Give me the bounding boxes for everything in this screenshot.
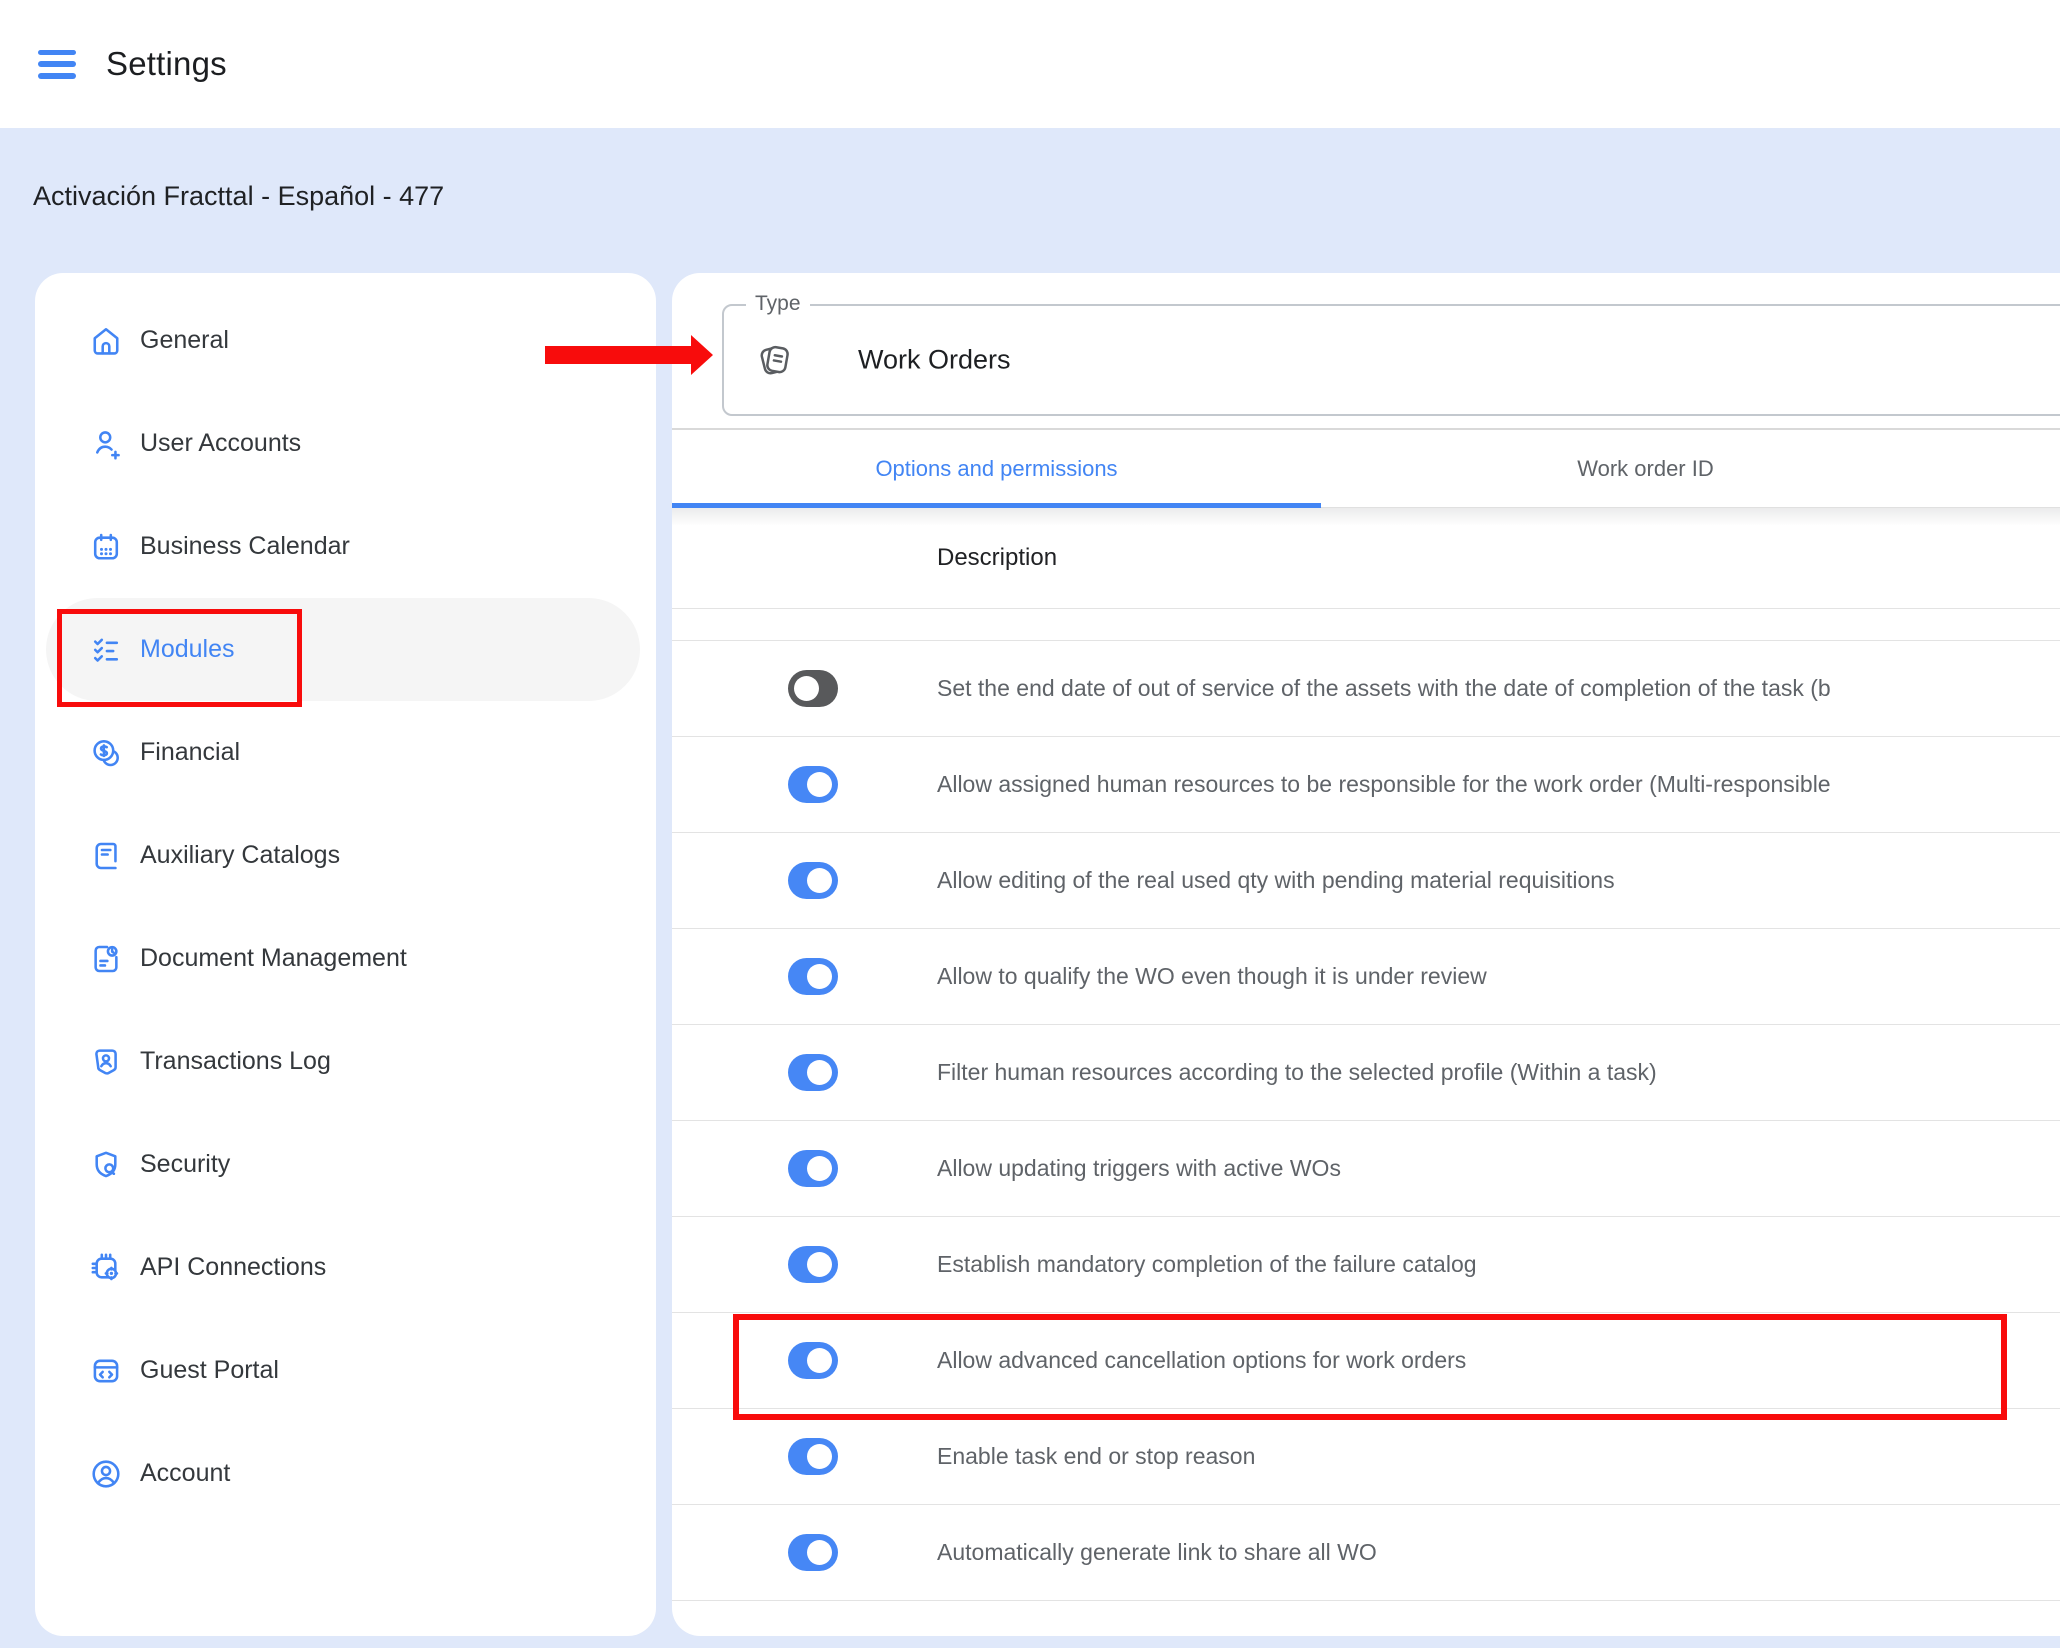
sidebar-item-label: Document Management — [140, 944, 407, 973]
permission-description: Allow editing of the real used qty with … — [937, 867, 1615, 894]
home-icon — [88, 323, 124, 359]
page-title: Settings — [106, 45, 227, 83]
work-orders-icon — [752, 337, 798, 383]
sidebar-item-document-management[interactable]: Document Management — [35, 907, 656, 1010]
toggle-switch[interactable] — [788, 1246, 838, 1283]
permission-description: Allow to qualify the WO even though it i… — [937, 963, 1487, 990]
dollar-coins-icon — [88, 735, 124, 771]
sidebar-item-modules[interactable]: Modules — [46, 598, 640, 701]
table-empty-row — [672, 609, 2060, 641]
toggle-switch[interactable] — [788, 1534, 838, 1571]
sidebar-item-auxiliary-catalogs[interactable]: Auxiliary Catalogs — [35, 804, 656, 907]
table-row: Establish mandatory completion of the fa… — [672, 1217, 2060, 1313]
badge-person-icon — [88, 1044, 124, 1080]
sidebar-item-account[interactable]: Account — [35, 1422, 656, 1525]
table-row: Automatically generate link to share all… — [672, 1505, 2060, 1601]
calendar-icon — [88, 529, 124, 565]
sidebar-item-api-connections[interactable]: API Connections — [35, 1216, 656, 1319]
toggle-switch[interactable] — [788, 1342, 838, 1379]
module-settings-panel: Type Work Orders Options and permissions… — [672, 273, 2060, 1636]
toggle-switch[interactable] — [788, 1150, 838, 1187]
sidebar-item-label: Account — [140, 1459, 230, 1488]
sidebar-item-label: User Accounts — [140, 429, 301, 458]
browser-code-icon — [88, 1353, 124, 1389]
sidebar-item-label: Modules — [140, 635, 235, 664]
table-row: Allow updating triggers with active WOs — [672, 1121, 2060, 1217]
permission-description: Automatically generate link to share all… — [937, 1539, 1377, 1566]
table-row: Allow to qualify the WO even though it i… — [672, 929, 2060, 1025]
top-app-bar: Settings — [0, 0, 2060, 128]
permission-description: Enable task end or stop reason — [937, 1443, 1255, 1470]
shield-icon — [88, 1147, 124, 1183]
permission-description: Allow updating triggers with active WOs — [937, 1155, 1341, 1182]
table-row: Set the end date of out of service of th… — [672, 641, 2060, 737]
sidebar-item-label: Business Calendar — [140, 532, 350, 561]
type-field-label: Type — [746, 292, 810, 316]
description-column-header: Description — [937, 544, 1057, 572]
table-row: Allow assigned human resources to be res… — [672, 737, 2060, 833]
document-clock-icon — [88, 941, 124, 977]
permission-description: Filter human resources according to the … — [937, 1059, 1657, 1086]
sidebar-item-label: Auxiliary Catalogs — [140, 841, 340, 870]
settings-screen: Settings Activación Fracttal - Español -… — [0, 0, 2060, 1648]
permission-description: Allow assigned human resources to be res… — [937, 771, 1831, 798]
company-subtitle: Activación Fracttal - Español - 477 — [33, 181, 444, 212]
tab-options-and-permissions[interactable]: Options and permissions — [672, 430, 1321, 507]
table-row-advanced-cancellation: Allow advanced cancellation options for … — [672, 1313, 2060, 1409]
toggle-switch[interactable] — [788, 1054, 838, 1091]
sidebar-item-list: General User Accounts Business Calendar … — [35, 289, 656, 1525]
table-row: Allow editing of the real used qty with … — [672, 833, 2060, 929]
toggle-switch[interactable] — [788, 766, 838, 803]
table-row: Filter human resources according to the … — [672, 1025, 2060, 1121]
toggle-switch[interactable] — [788, 670, 838, 707]
table-row: Enable task end or stop reason — [672, 1409, 2060, 1505]
toggle-switch[interactable] — [788, 1438, 838, 1475]
user-plus-icon — [88, 426, 124, 462]
sidebar-item-financial[interactable]: Financial — [35, 701, 656, 804]
sidebar-item-label: Financial — [140, 738, 240, 767]
permission-description: Allow advanced cancellation options for … — [937, 1347, 1466, 1374]
sidebar-item-label: Security — [140, 1150, 230, 1179]
toggle-switch[interactable] — [788, 862, 838, 899]
hamburger-menu-icon[interactable] — [38, 50, 76, 79]
tab-bar: Options and permissions Work order ID — [672, 430, 2060, 508]
sidebar-item-security[interactable]: Security — [35, 1113, 656, 1216]
sidebar-item-transactions-log[interactable]: Transactions Log — [35, 1010, 656, 1113]
checklist-icon — [88, 632, 124, 668]
sidebar-item-user-accounts[interactable]: User Accounts — [35, 392, 656, 495]
sidebar-item-label: Guest Portal — [140, 1356, 279, 1385]
toggle-switch[interactable] — [788, 958, 838, 995]
tab-work-order-id[interactable]: Work order ID — [1321, 430, 1970, 507]
type-field-value: Work Orders — [858, 345, 1011, 376]
permission-description: Set the end date of out of service of th… — [937, 675, 1831, 702]
type-field[interactable]: Type Work Orders — [722, 304, 2060, 416]
type-section: Type Work Orders — [672, 273, 2060, 430]
sidebar-item-general[interactable]: General — [35, 289, 656, 392]
permission-description: Establish mandatory completion of the fa… — [937, 1251, 1477, 1278]
sidebar-item-business-calendar[interactable]: Business Calendar — [35, 495, 656, 598]
sidebar-item-label: API Connections — [140, 1253, 326, 1282]
settings-sidebar: General User Accounts Business Calendar … — [35, 273, 656, 1636]
sidebar-item-guest-portal[interactable]: Guest Portal — [35, 1319, 656, 1422]
chip-gear-icon — [88, 1250, 124, 1286]
person-circle-icon — [88, 1456, 124, 1492]
sidebar-item-label: Transactions Log — [140, 1047, 331, 1076]
book-icon — [88, 838, 124, 874]
sidebar-item-label: General — [140, 326, 229, 355]
